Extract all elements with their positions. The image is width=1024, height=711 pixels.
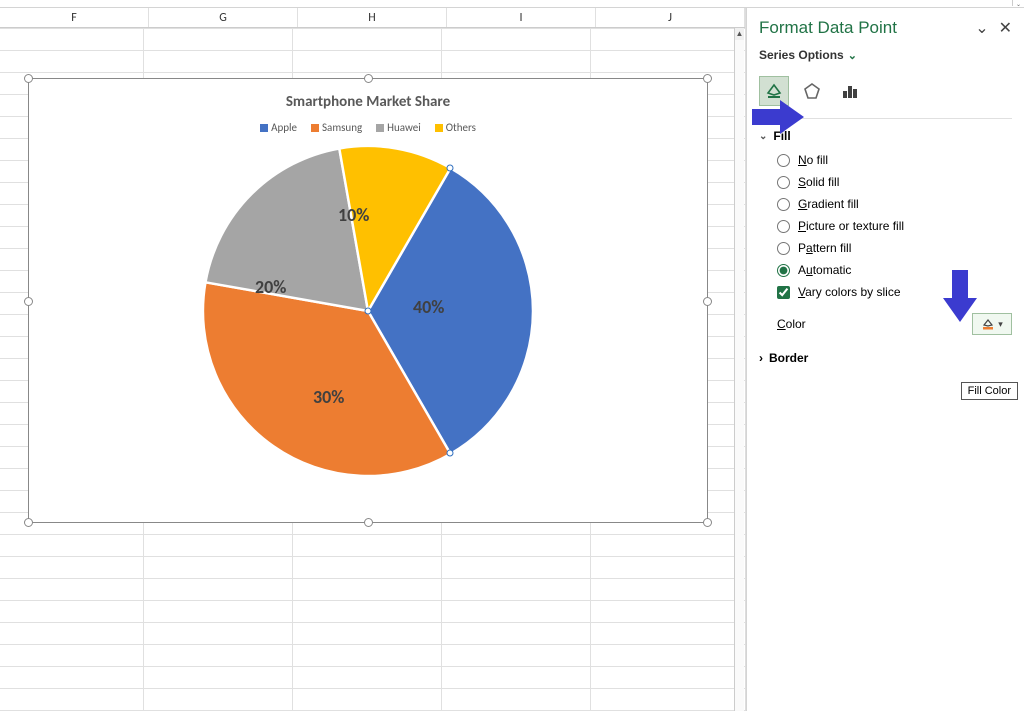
column-headers: F G H I J xyxy=(0,8,745,28)
resize-handle[interactable] xyxy=(364,518,373,527)
col-header-i[interactable]: I xyxy=(447,8,596,27)
legend-label: Others xyxy=(446,121,476,134)
datapoint-handle[interactable] xyxy=(365,308,372,315)
scroll-track[interactable] xyxy=(735,40,744,711)
data-label[interactable]: 40% xyxy=(413,296,444,318)
resize-handle[interactable] xyxy=(24,74,33,83)
pane-title: Format Data Point xyxy=(759,18,897,38)
pane-header: Format Data Point ⌄ ✕ xyxy=(759,18,1012,38)
close-icon[interactable]: ✕ xyxy=(999,18,1012,38)
pane-options-icon[interactable]: ⌄ xyxy=(975,18,988,38)
pie-chart[interactable]: 40% 30% 20% 10% xyxy=(203,146,533,476)
legend-item[interactable]: Samsung xyxy=(311,121,362,134)
data-label[interactable]: 20% xyxy=(255,276,286,298)
border-section-label: Border xyxy=(769,351,808,365)
chevron-right-icon: › xyxy=(759,351,763,365)
gradient-fill-radio[interactable]: Gradient fill xyxy=(777,197,1012,211)
legend-swatch xyxy=(435,124,443,132)
datapoint-handle[interactable] xyxy=(447,165,454,172)
legend-label: Samsung xyxy=(322,121,362,134)
chart-container[interactable]: Smartphone Market Share Apple Samsung Hu… xyxy=(28,78,708,523)
legend-label: Huawei xyxy=(387,121,421,134)
resize-handle[interactable] xyxy=(703,518,712,527)
chevron-down-icon: ▾ xyxy=(998,319,1003,330)
vertical-scrollbar[interactable]: ▲ xyxy=(734,28,744,711)
chart-legend[interactable]: Apple Samsung Huawei Others xyxy=(29,121,707,134)
legend-item[interactable]: Others xyxy=(435,121,476,134)
resize-handle[interactable] xyxy=(24,518,33,527)
col-header-g[interactable]: G xyxy=(149,8,298,27)
series-options-dropdown[interactable]: Series Options ⌄ xyxy=(759,48,1012,62)
solid-fill-radio[interactable]: Solid fill xyxy=(777,175,1012,189)
legend-swatch xyxy=(260,124,268,132)
no-fill-radio[interactable]: NNo fillo fill xyxy=(777,153,1012,167)
legend-item[interactable]: Apple xyxy=(260,121,297,134)
scroll-up-icon[interactable]: ▲ xyxy=(735,28,744,40)
resize-handle[interactable] xyxy=(24,297,33,306)
series-options-icon[interactable] xyxy=(835,76,865,106)
pattern-fill-radio[interactable]: Pattern fill xyxy=(777,241,1012,255)
annotation-arrow-icon xyxy=(750,97,806,137)
legend-label: Apple xyxy=(271,121,297,134)
formula-bar: ⌄ xyxy=(0,0,1024,8)
col-header-f[interactable]: F xyxy=(0,8,149,27)
legend-swatch xyxy=(311,124,319,132)
datapoint-handle[interactable] xyxy=(447,450,454,457)
resize-handle[interactable] xyxy=(364,74,373,83)
color-label: olor xyxy=(786,317,806,331)
legend-swatch xyxy=(376,124,384,132)
legend-item[interactable]: Huawei xyxy=(376,121,421,134)
chart-title[interactable]: Smartphone Market Share xyxy=(29,79,707,111)
chevron-down-icon: ⌄ xyxy=(848,49,857,62)
picture-fill-radio[interactable]: Picture or texture fill xyxy=(777,219,1012,233)
col-header-j[interactable]: J xyxy=(596,8,745,27)
annotation-arrow-icon xyxy=(940,268,980,324)
data-label[interactable]: 30% xyxy=(313,386,344,408)
resize-handle[interactable] xyxy=(703,74,712,83)
resize-handle[interactable] xyxy=(703,297,712,306)
fill-color-tooltip: Fill Color xyxy=(961,382,1018,400)
data-label[interactable]: 10% xyxy=(338,204,369,226)
expand-formula-bar[interactable]: ⌄ xyxy=(1012,0,1024,6)
spreadsheet: F G H I J ▲ Smartphone Market Share Appl… xyxy=(0,8,746,711)
main-area: F G H I J ▲ Smartphone Market Share Appl… xyxy=(0,8,1024,711)
border-section-header[interactable]: › Border xyxy=(759,351,1012,365)
series-options-label: Series Options xyxy=(759,48,844,62)
col-header-h[interactable]: H xyxy=(298,8,447,27)
